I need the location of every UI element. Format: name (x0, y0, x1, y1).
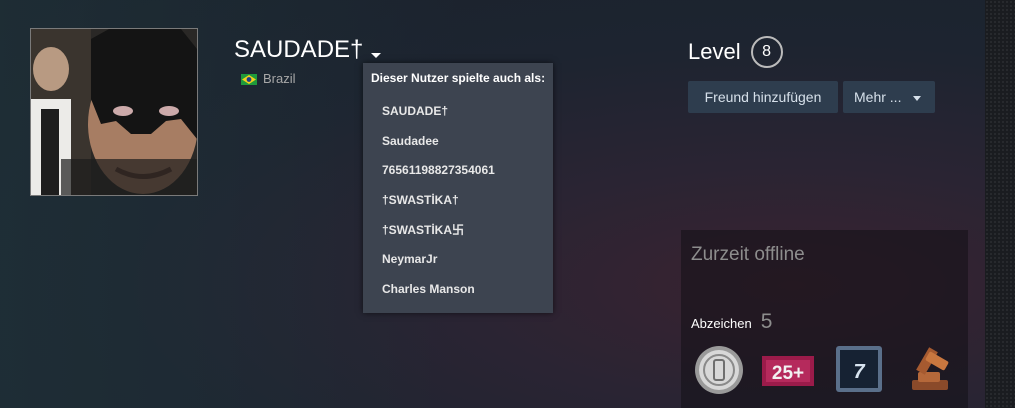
avatar-image (31, 29, 197, 195)
alias-item: 76561198827354061 (382, 163, 495, 178)
years-7-icon[interactable]: 7 (832, 342, 888, 398)
alias-item: Charles Manson (382, 282, 475, 297)
svg-text:7: 7 (853, 361, 865, 383)
years-25-plus-icon[interactable]: 25+ (760, 342, 816, 398)
badges-count: 5 (760, 310, 773, 333)
alias-item: Saudadee (382, 133, 439, 148)
page-side-rail (985, 0, 1015, 408)
alias-item: NeymarJr (382, 252, 438, 267)
add-friend-button[interactable]: Freund hinzufügen (688, 81, 838, 113)
persona-name: SAUDADE† (234, 36, 364, 63)
level-label: Level (688, 39, 741, 64)
more-actions-button[interactable]: Mehr ... (843, 81, 935, 113)
more-actions-label: Mehr ... (854, 89, 902, 105)
badges-label: Abzeichen (691, 316, 752, 331)
gavel-icon[interactable] (902, 342, 958, 398)
country-location: Brazil (241, 71, 296, 86)
brazil-flag-icon (241, 73, 257, 85)
chevron-down-icon (371, 52, 382, 58)
level-badge[interactable]: 8 (750, 36, 783, 68)
alias-item: SAUDADE† (382, 104, 449, 118)
online-status: Zurzeit offline (691, 244, 805, 265)
alias-item: †SWASTİKA卐 (382, 222, 465, 237)
aliases-list: SAUDADE† Saudadee 76561198827354061 †SWA… (363, 97, 553, 305)
alias-item: †SWASTİKA† (382, 193, 459, 208)
profile-status-panel: Zurzeit offline Abzeichen 5 25+ 7 (681, 230, 968, 408)
chevron-down-icon (913, 95, 922, 101)
previous-aliases-dropdown: Dieser Nutzer spielte auch als: SAUDADE†… (363, 63, 553, 313)
aliases-header: Dieser Nutzer spielte auch als: (371, 71, 546, 85)
badges-link[interactable]: Abzeichen 5 (691, 310, 772, 334)
silver-coin-icon[interactable] (693, 342, 749, 398)
avatar[interactable] (30, 28, 198, 196)
svg-text:25+: 25+ (772, 363, 804, 384)
profile-level: Level 8 (688, 36, 783, 68)
country-name: Brazil (263, 71, 296, 86)
persona-name-dropdown-toggle[interactable]: SAUDADE† (234, 36, 382, 64)
